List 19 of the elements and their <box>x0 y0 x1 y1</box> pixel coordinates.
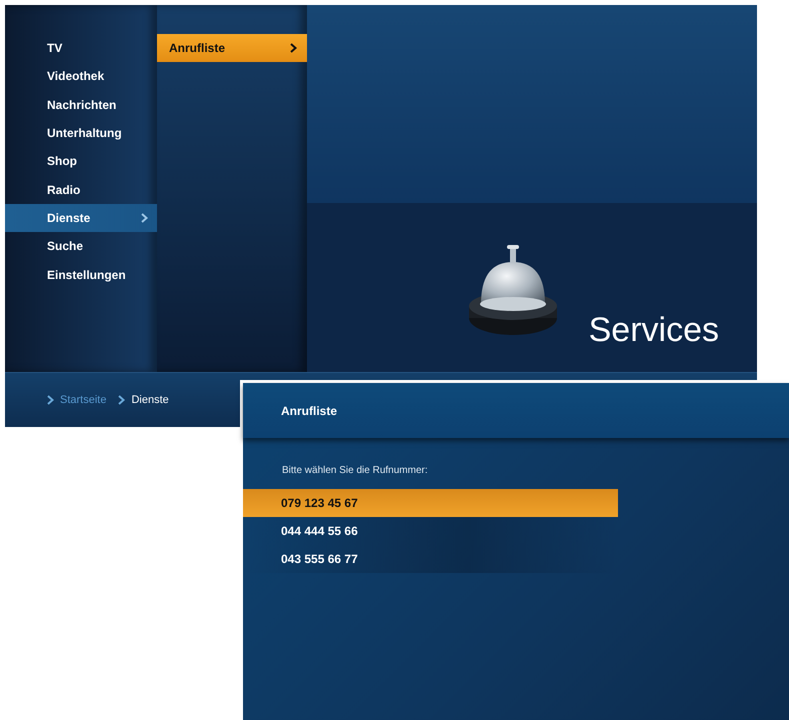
section-title: Services <box>588 311 719 350</box>
chevron-icon <box>141 212 148 223</box>
menu-item[interactable]: Suche <box>5 232 157 260</box>
menu-item[interactable]: Unterhaltung <box>5 118 157 148</box>
chevron-icon <box>290 43 297 53</box>
menu-item[interactable]: TV <box>5 34 157 62</box>
chevron-icon <box>47 395 54 405</box>
menu-item[interactable]: Shop <box>5 147 157 176</box>
menu-item[interactable]: Einstellungen <box>5 260 157 289</box>
menu-item[interactable]: Nachrichten <box>5 90 157 119</box>
menu-item[interactable]: Videothek <box>5 62 157 91</box>
submenu-item[interactable]: Anrufliste <box>157 34 307 62</box>
menu-item[interactable]: Radio <box>5 175 157 204</box>
menu-item[interactable]: Dienste <box>5 204 157 232</box>
screen-title: Anrufliste <box>281 404 338 418</box>
breadcrumb-link[interactable]: Startseite <box>60 394 106 406</box>
phone-number-item[interactable]: 079 123 45 67 <box>243 489 618 517</box>
chevron-icon <box>118 395 126 405</box>
prompt-text: Bitte wählen Sie die Rufnummer: <box>281 464 429 477</box>
